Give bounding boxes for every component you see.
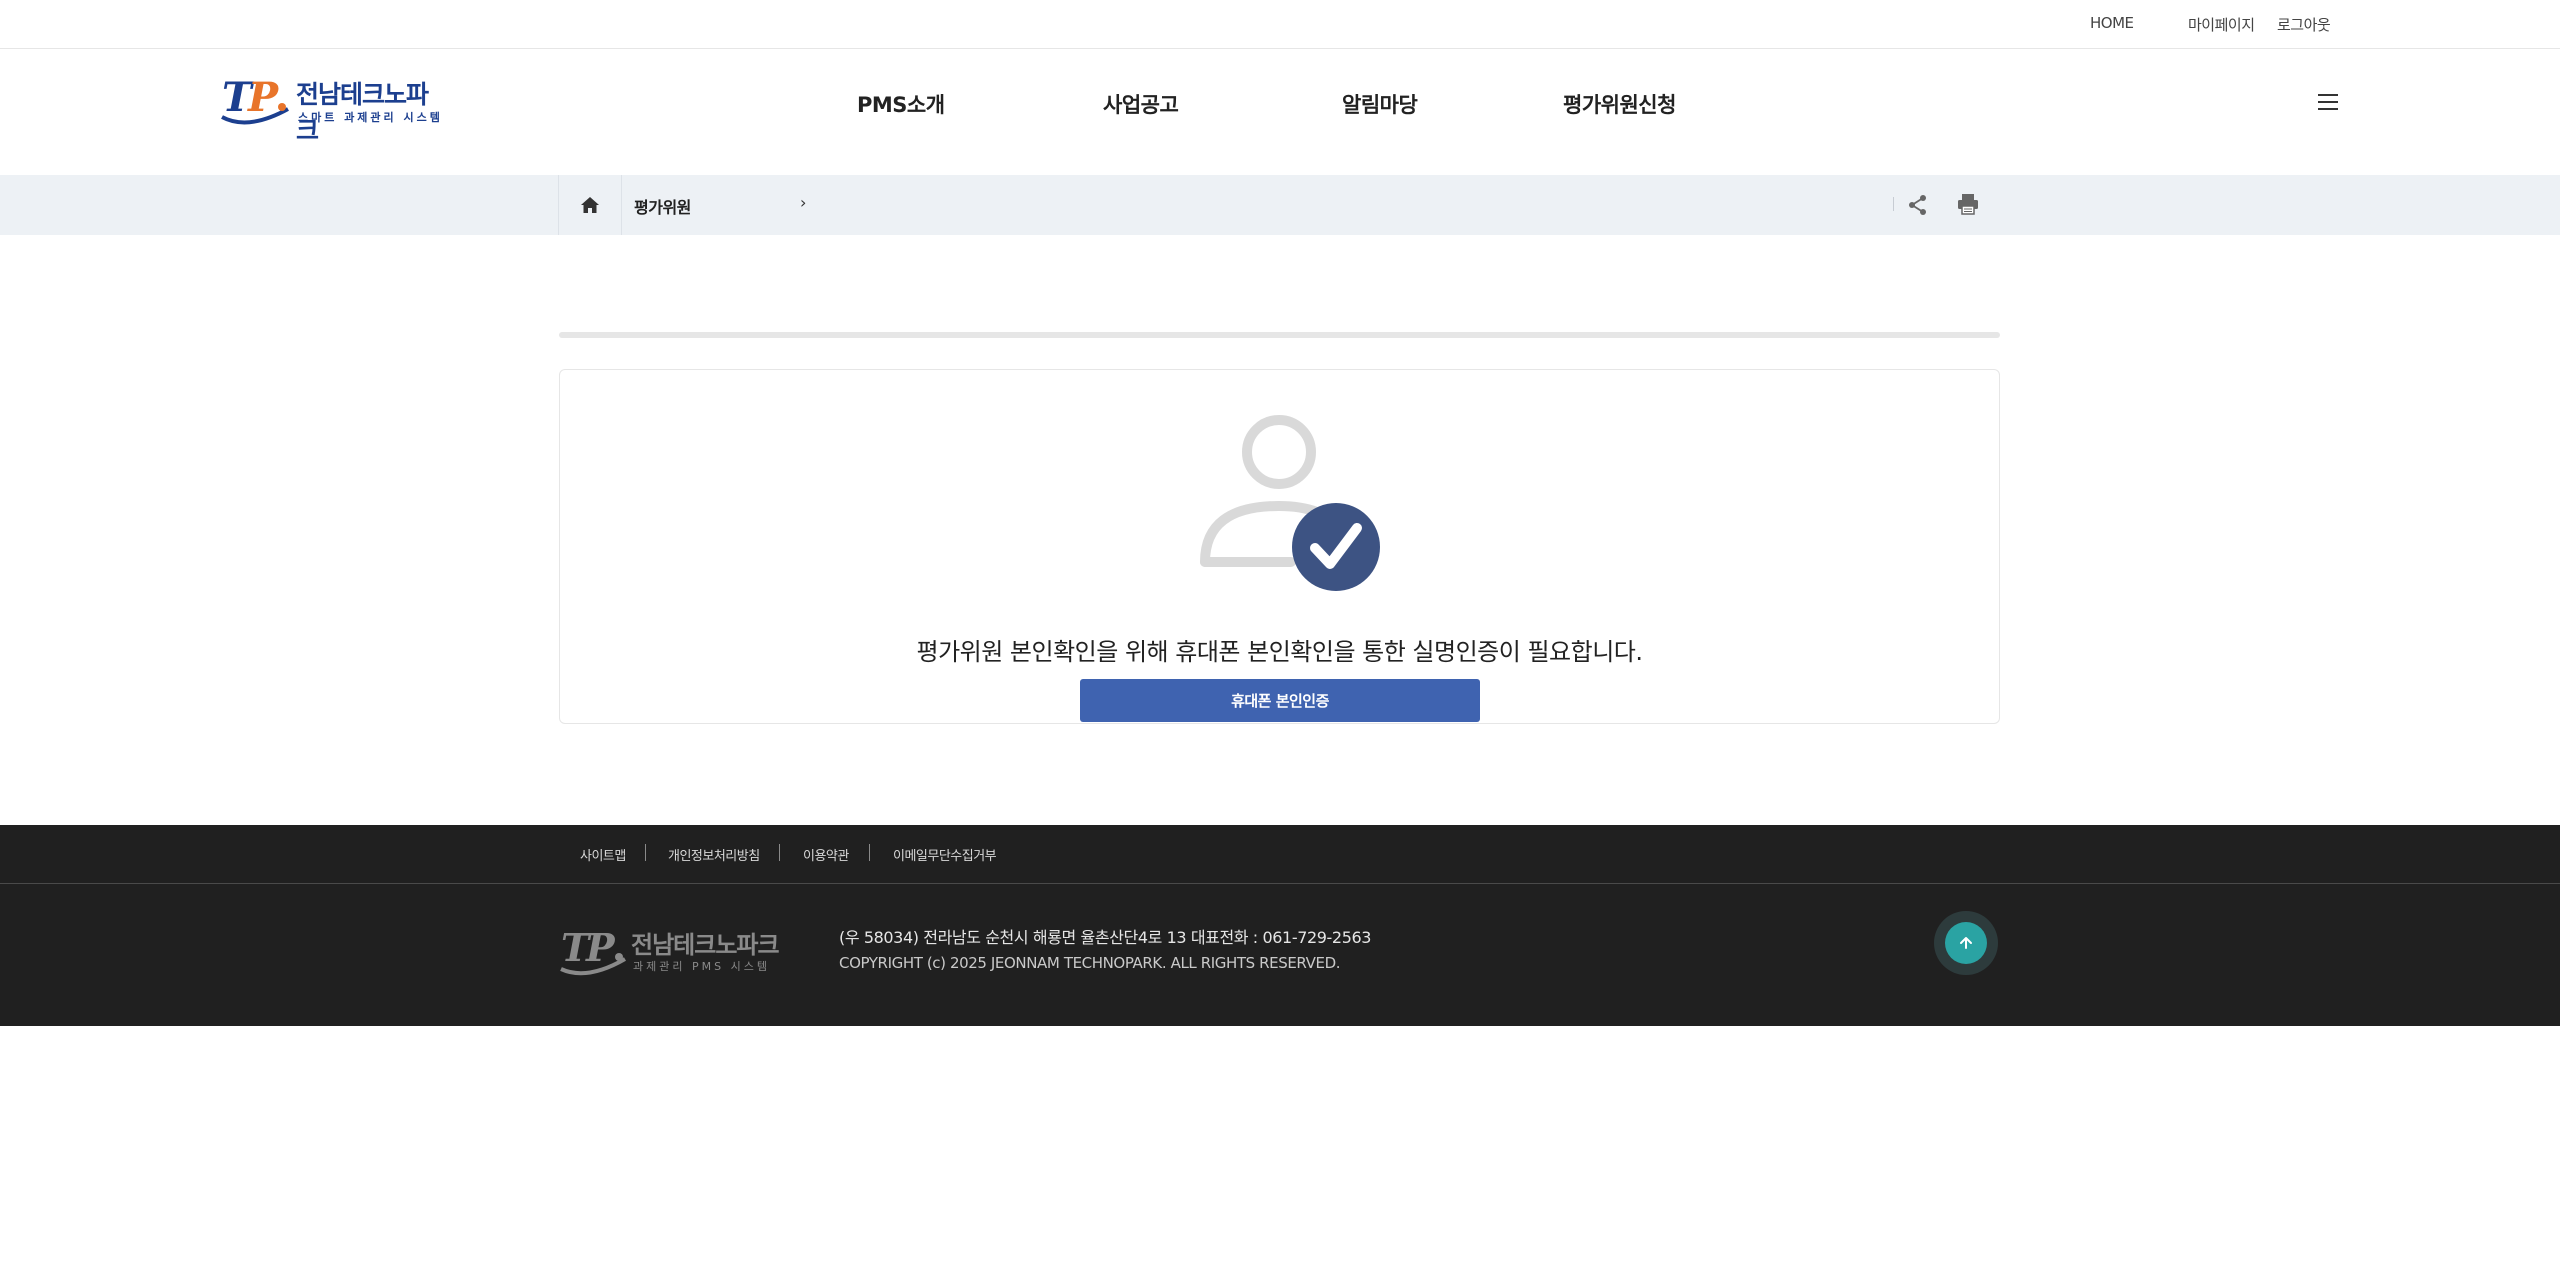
scroll-top-button[interactable] — [1934, 911, 1998, 975]
footer: 사이트맵 개인정보처리방침 이용약관 이메일무단수집거부 T P 전남테크노파크… — [0, 825, 2560, 1026]
breadcrumb-current[interactable]: 평가위원 — [634, 194, 691, 218]
tp-logo-mark-icon: T P — [560, 925, 627, 976]
footer-link-privacy[interactable]: 개인정보처리방침 — [668, 845, 760, 864]
phone-verify-button[interactable]: 휴대폰 본인인증 — [1080, 679, 1480, 722]
breadcrumb-home[interactable] — [558, 175, 622, 235]
logo-subtitle: 스마트 과제관리 시스템 — [298, 111, 443, 124]
user-check-icon — [1200, 415, 1380, 591]
site-logo[interactable]: T P 전남테크노파크 스마트 과제관리 시스템 — [218, 73, 448, 145]
logout-link[interactable]: 로그아웃 — [2277, 14, 2331, 35]
breadcrumb-divider — [1893, 197, 1894, 211]
svg-text:P: P — [585, 925, 616, 970]
share-icon[interactable] — [1908, 194, 1928, 216]
chevron-right-icon[interactable]: › — [800, 193, 806, 212]
footer-logo-title: 전남테크노파크 — [631, 931, 780, 959]
footer-address: (우 58034) 전라남도 순천시 해룡면 율촌산단4로 13 대표전화 : … — [839, 928, 1372, 947]
nav-evaluator-apply[interactable]: 평가위원신청 — [1563, 89, 1676, 119]
nav-pms-intro[interactable]: PMS소개 — [857, 89, 945, 119]
scroll-top-inner — [1945, 922, 1987, 964]
footer-link-divider — [645, 844, 646, 861]
footer-link-terms[interactable]: 이용약관 — [803, 845, 849, 864]
nav-business-notice[interactable]: 사업공고 — [1103, 89, 1179, 119]
footer-links: 사이트맵 개인정보처리방침 이용약관 이메일무단수집거부 — [0, 825, 2560, 884]
utility-bar: HOME 마이페이지 로그아웃 — [0, 0, 2560, 49]
footer-link-divider — [779, 844, 780, 861]
footer-copyright: COPYRIGHT (c) 2025 JEONNAM TECHNOPARK. A… — [839, 954, 1341, 972]
footer-logo: T P 전남테크노파크 과제관리 PMS 시스템 — [559, 923, 780, 979]
arrow-up-icon — [1960, 937, 1972, 949]
home-link[interactable]: HOME — [2090, 14, 2134, 32]
home-icon — [581, 197, 599, 213]
footer-link-divider — [869, 844, 870, 861]
footer-link-sitemap[interactable]: 사이트맵 — [580, 845, 626, 864]
content-divider — [559, 332, 2000, 338]
nav-notice-board[interactable]: 알림마당 — [1342, 89, 1418, 119]
header: T P 전남테크노파크 스마트 과제관리 시스템 PMS소개 사업공고 알림마당… — [0, 49, 2560, 175]
svg-text:P: P — [247, 74, 280, 121]
footer-logo-subtitle: 과제관리 PMS 시스템 — [633, 960, 770, 973]
print-icon[interactable] — [1957, 193, 1979, 215]
breadcrumb: 평가위원 › — [0, 175, 2560, 235]
hamburger-icon[interactable] — [2318, 94, 2340, 112]
tp-logo-mark-icon: T P — [221, 74, 289, 125]
footer-link-email-refusal[interactable]: 이메일무단수집거부 — [893, 845, 997, 864]
mypage-link[interactable]: 마이페이지 — [2188, 14, 2255, 35]
verification-message: 평가위원 본인확인을 위해 휴대폰 본인확인을 통한 실명인증이 필요합니다. — [916, 638, 1643, 666]
